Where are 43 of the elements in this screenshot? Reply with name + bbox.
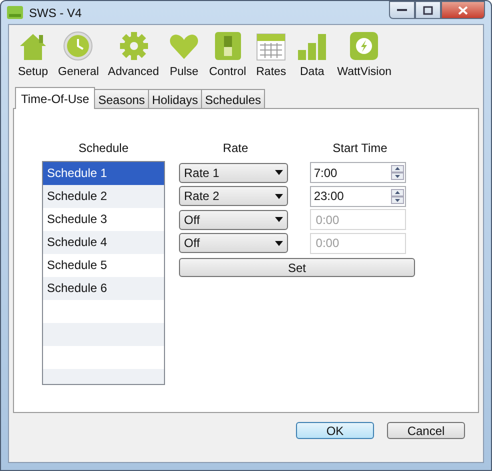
tab[interactable]: Time-Of-Use xyxy=(15,87,96,109)
caret-icon xyxy=(274,240,283,246)
minimize-icon xyxy=(397,8,407,12)
tab[interactable]: Holidays xyxy=(148,89,202,108)
rate-dropdown[interactable]: Rate 2 xyxy=(179,186,288,206)
list-item[interactable]: Schedule 1 xyxy=(43,162,164,185)
time-field[interactable]: 23:00 xyxy=(310,186,406,207)
spinner-icon xyxy=(391,165,404,180)
list-item[interactable]: Schedule 6 xyxy=(43,277,164,300)
ok-button[interactable]: OK xyxy=(296,422,374,439)
minimize-button[interactable] xyxy=(389,1,415,19)
gear-icon xyxy=(118,30,150,62)
cancel-button[interactable]: Cancel xyxy=(387,422,465,439)
window-title: SWS - V4 xyxy=(29,6,82,20)
toolbar-button[interactable]: General xyxy=(58,30,99,78)
column-heading: Rate xyxy=(222,141,250,157)
lightning-icon xyxy=(348,30,380,62)
column-heading: Schedule xyxy=(77,141,130,157)
toolbar-button[interactable]: Rates xyxy=(255,30,288,78)
clock-icon xyxy=(62,30,94,62)
toolbar-button[interactable]: WattVision xyxy=(337,30,392,78)
rate-dropdown[interactable]: Rate 1 xyxy=(179,162,288,183)
toolbar-button[interactable]: Pulse xyxy=(168,30,200,78)
caret-icon xyxy=(274,217,283,222)
column-heading: Start Time xyxy=(332,141,388,157)
caret-icon xyxy=(274,194,283,199)
set-button[interactable]: Set xyxy=(179,258,415,277)
maximize-button[interactable] xyxy=(415,1,441,19)
caret-icon xyxy=(274,170,283,176)
tab[interactable]: Seasons xyxy=(94,89,149,108)
list-item[interactable]: Schedule 4 xyxy=(43,231,164,254)
close-button[interactable] xyxy=(441,1,485,19)
tab[interactable]: Schedules xyxy=(200,89,266,108)
toolbar-button[interactable]: Data xyxy=(296,30,328,78)
toolbar-button[interactable]: Control xyxy=(209,30,246,78)
toolbar-button[interactable]: Advanced xyxy=(108,30,160,78)
toolbar-button[interactable]: Setup xyxy=(17,30,49,78)
time-field[interactable]: 7:00 xyxy=(310,162,406,184)
close-icon xyxy=(458,6,468,14)
maximize-icon xyxy=(423,6,433,14)
app-icon xyxy=(7,6,23,19)
list-item[interactable]: Schedule 2 xyxy=(43,185,164,208)
spinner-icon xyxy=(391,188,404,204)
